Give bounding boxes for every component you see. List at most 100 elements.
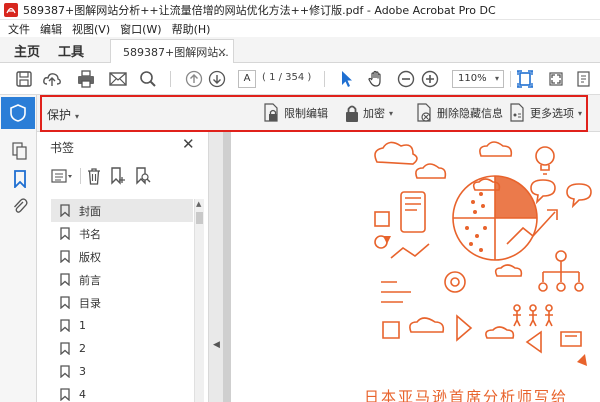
bookmark-item[interactable]: 1	[51, 314, 193, 337]
select-cursor-icon[interactable]	[337, 69, 357, 89]
page-count: ( 1 / 354 )	[262, 72, 312, 83]
toolbar-separator	[324, 71, 325, 87]
email-icon[interactable]	[108, 69, 128, 89]
bookmark-item[interactable]: 3	[51, 360, 193, 383]
left-rail	[0, 95, 37, 402]
collapse-panel-icon[interactable]: ◀	[213, 340, 220, 350]
edit-page-icon[interactable]	[574, 69, 594, 89]
toolbar-separator	[80, 168, 81, 184]
bookmark-item[interactable]: 版权	[51, 245, 193, 268]
bookmark-item[interactable]: 书名	[51, 222, 193, 245]
page-thumbnails-icon[interactable]	[12, 142, 28, 160]
encrypt-button[interactable]: 加密 ▾	[345, 102, 393, 124]
bookmarks-scrollbar[interactable]: ▲	[194, 199, 204, 402]
bookmark-label: 2	[79, 342, 86, 355]
menu-file[interactable]: 文件	[8, 21, 30, 37]
remove-hidden-info-label: 删除隐藏信息	[437, 107, 503, 120]
bookmarks-title: 书签	[50, 141, 75, 155]
panel-splitter[interactable]: ◀	[209, 132, 223, 402]
more-options-label: 更多选项	[530, 107, 574, 120]
bookmark-label: 4	[79, 388, 86, 401]
bookmark-icon	[60, 273, 70, 286]
tab-home[interactable]: 主页	[14, 41, 40, 60]
restrict-editing-icon	[264, 103, 278, 122]
menu-bar: 文件 编辑 视图(V) 窗口(W) 帮助(H)	[0, 20, 600, 37]
tab-document-label: 589387+图解网站...	[123, 45, 229, 59]
zoom-value: 110%	[458, 73, 487, 84]
main-toolbar: A ( 1 / 354 ) 110% ▾	[0, 63, 600, 95]
bookmark-label: 版权	[79, 250, 101, 264]
bookmark-item[interactable]: 2	[51, 337, 193, 360]
title-bar: 589387+图解网站分析++让流量倍增的网站优化方法++修订版.pdf - A…	[0, 0, 600, 20]
hand-icon[interactable]	[366, 69, 386, 89]
bookmark-label: 1	[79, 319, 86, 332]
bookmark-icon	[60, 296, 70, 309]
more-options-button[interactable]: 更多选项 ▾	[508, 102, 582, 124]
tab-document[interactable]: 589387+图解网站... ×	[110, 39, 234, 63]
protect-label: 保护	[47, 108, 72, 122]
protect-tool-tile[interactable]	[1, 97, 35, 129]
remove-hidden-info-icon	[417, 103, 431, 122]
save-icon[interactable]	[14, 69, 34, 89]
bookmark-icon	[60, 227, 70, 240]
remove-hidden-info-button[interactable]: 删除隐藏信息	[415, 102, 503, 124]
bookmark-icon[interactable]	[13, 170, 27, 188]
bookmark-label: 前言	[79, 273, 101, 287]
bookmark-item[interactable]: 前言	[51, 268, 193, 291]
bookmarks-toolbar	[49, 165, 189, 187]
page-down-icon[interactable]	[207, 69, 227, 89]
new-bookmark-icon[interactable]	[109, 167, 127, 185]
bookmark-label: 书名	[79, 227, 101, 241]
menu-window[interactable]: 窗口(W)	[120, 21, 161, 37]
zoom-out-icon[interactable]	[396, 69, 416, 89]
close-icon[interactable]: ✕	[182, 135, 195, 153]
scroll-thumb[interactable]	[196, 212, 203, 224]
toolbar-separator	[510, 71, 511, 87]
zoom-select[interactable]: 110% ▾	[452, 70, 504, 88]
page-up-icon[interactable]	[184, 69, 204, 89]
bookmark-icon	[60, 319, 70, 332]
paperclip-icon[interactable]	[12, 197, 28, 215]
search-icon[interactable]	[138, 69, 158, 89]
pdf-page: 日本亚马逊首席分析师写给	[231, 132, 600, 402]
zoom-in-icon[interactable]	[420, 69, 440, 89]
encrypt-label: 加密	[363, 107, 385, 120]
menu-help[interactable]: 帮助(H)	[172, 21, 211, 37]
document-view[interactable]: 日本亚马逊首席分析师写给	[223, 132, 600, 402]
tab-tools[interactable]: 工具	[58, 41, 84, 60]
page-number-input[interactable]: A	[238, 70, 256, 88]
bookmark-icon	[60, 342, 70, 355]
bookmark-icon	[60, 204, 70, 217]
bookmark-item[interactable]: 目录	[51, 291, 193, 314]
protect-menu[interactable]: 保护 ▾	[47, 106, 79, 123]
lock-icon	[346, 105, 358, 122]
bookmark-item[interactable]: 封面	[51, 199, 193, 222]
menu-view[interactable]: 视图(V)	[72, 21, 110, 37]
bookmark-label: 目录	[79, 296, 101, 310]
chevron-down-icon: ▾	[578, 108, 583, 118]
bookmark-icon	[60, 365, 70, 378]
scroll-up-arrow-icon[interactable]: ▲	[196, 200, 201, 208]
menu-edit[interactable]: 编辑	[40, 21, 62, 37]
find-bookmark-icon[interactable]	[134, 167, 152, 185]
bookmark-label: 封面	[79, 204, 101, 218]
options-menu-icon[interactable]	[51, 168, 73, 184]
bookmark-icon	[60, 388, 70, 401]
acrobat-app-icon	[4, 2, 18, 17]
bookmarks-panel: 书签 ✕ 封面 书名 版权 前言 目录 1 2 3 4 ▲	[37, 132, 209, 402]
fit-page-icon[interactable]	[515, 69, 535, 89]
shield-icon	[10, 104, 26, 122]
print-icon[interactable]	[76, 69, 96, 89]
cover-illustration	[374, 141, 592, 366]
restrict-editing-label: 限制编辑	[284, 107, 328, 120]
bookmark-label: 3	[79, 365, 86, 378]
bookmark-item[interactable]: 4	[51, 383, 193, 402]
chevron-down-icon: ▾	[494, 74, 499, 83]
upload-cloud-icon[interactable]	[42, 69, 62, 89]
tab-bar: 主页 工具 589387+图解网站... ×	[0, 37, 600, 63]
restrict-editing-button[interactable]: 限制编辑	[262, 102, 328, 124]
fullscreen-icon[interactable]	[546, 69, 566, 89]
document-heading: 日本亚马逊首席分析师写给	[364, 388, 569, 402]
trash-icon[interactable]	[86, 167, 102, 185]
tab-close-button[interactable]: ×	[217, 45, 227, 59]
